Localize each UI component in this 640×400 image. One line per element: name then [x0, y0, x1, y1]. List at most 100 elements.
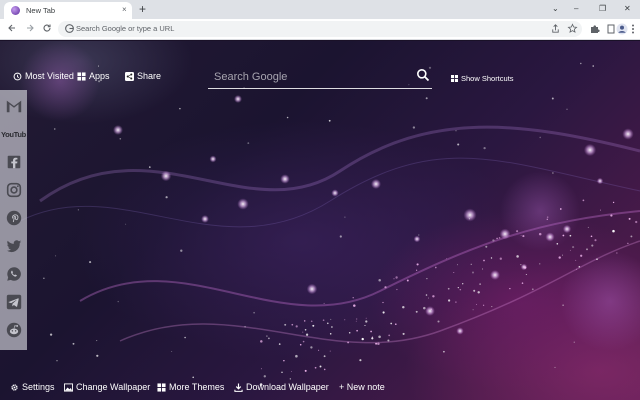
bokeh-light: [622, 128, 634, 140]
sparkle-particle: [516, 255, 519, 258]
change-wallpaper-link[interactable]: Change Wallpaper: [64, 382, 150, 392]
sparkle-particle: [361, 337, 364, 341]
sidebar-item-reddit[interactable]: [0, 316, 27, 344]
tab-close-button[interactable]: ×: [122, 5, 127, 15]
sparkle-particle: [558, 256, 561, 259]
sparkle-particle: [525, 274, 527, 275]
minimize-button[interactable]: –: [574, 3, 578, 15]
sparkle-particle: [253, 311, 255, 314]
sidebar-item-pinterest[interactable]: [0, 204, 27, 232]
tab-new-tab[interactable]: New Tab ×: [4, 2, 132, 19]
restore-button[interactable]: ❐: [599, 3, 606, 15]
omnibox-placeholder: Search Google or type a URL: [76, 24, 175, 33]
sidebar-item-gmail[interactable]: [0, 92, 27, 120]
share-icon[interactable]: [550, 23, 561, 34]
sparkle-particle: [97, 65, 100, 67]
sparkle-particle: [566, 108, 568, 110]
tab-search-chevron-icon[interactable]: ⌄: [552, 3, 559, 15]
sparkle-particle: [331, 326, 333, 328]
sparkle-particle: [244, 325, 246, 328]
menu-kebab-icon[interactable]: [630, 23, 636, 35]
apps-link[interactable]: Apps: [77, 71, 110, 81]
sparkle-particle: [538, 232, 542, 236]
sparkle-particle: [56, 360, 58, 362]
sidebar-item-telegram[interactable]: [0, 288, 27, 316]
download-wallpaper-link[interactable]: Download Wallpaper: [234, 382, 329, 392]
sparkle-particle: [359, 359, 362, 362]
sparkle-particle: [283, 359, 285, 362]
sparkle-particle: [344, 319, 346, 321]
sparkle-particle: [491, 306, 493, 308]
sparkle-particle: [356, 318, 358, 320]
sparkle-particle: [365, 317, 367, 319]
sparkle-particle: [476, 303, 478, 305]
sidebar-item-instagram[interactable]: [0, 176, 27, 204]
new-note-button[interactable]: + New note: [339, 382, 385, 392]
sparkle-particle: [415, 310, 418, 313]
sparkle-particle: [49, 333, 53, 336]
show-shortcuts-button[interactable]: Show Shortcuts: [451, 74, 514, 83]
bokeh-light: [545, 232, 555, 242]
sparkle-particle: [479, 283, 481, 285]
sparkle-particle: [531, 288, 534, 291]
search-icon[interactable]: [416, 68, 430, 82]
most-visited-link[interactable]: Most Visited: [13, 71, 74, 81]
sparkle-particle: [371, 337, 374, 340]
sparkle-particle: [89, 261, 92, 264]
sparkle-particle: [498, 237, 501, 239]
sidebar-item-youtube[interactable]: YouTube: [0, 120, 27, 148]
bokeh-light: [425, 306, 435, 316]
sparkle-particle: [580, 62, 582, 65]
close-window-button[interactable]: ✕: [624, 3, 631, 15]
sparkle-particle: [378, 335, 381, 339]
forward-arrow-icon[interactable]: [25, 23, 35, 33]
bokeh-light: [463, 208, 477, 222]
omnibox[interactable]: Search Google or type a URL: [58, 21, 582, 37]
bokeh-light: [209, 155, 217, 163]
sparkle-particle: [327, 322, 329, 325]
sparkle-particle: [329, 350, 331, 352]
settings-label: Settings: [22, 382, 55, 392]
sparkle-particle: [263, 375, 266, 378]
reddit-icon: [6, 322, 21, 338]
new-tab-button[interactable]: +: [139, 2, 146, 16]
google-g-icon: [65, 24, 74, 33]
bokeh-light: [583, 143, 597, 157]
sparkle-particle: [310, 320, 313, 323]
sparkle-particle: [96, 354, 99, 357]
new-note-label: + New note: [339, 382, 385, 392]
sparkle-particle: [260, 368, 262, 370]
reload-icon[interactable]: [42, 23, 52, 33]
more-themes-link[interactable]: More Themes: [157, 382, 224, 392]
whatsapp-icon: [6, 267, 21, 281]
sparkle-particle: [395, 276, 398, 279]
sparkle-particle: [472, 271, 474, 274]
sparkle-particle: [457, 264, 458, 266]
sparkle-particle: [328, 119, 331, 122]
share-link[interactable]: Share: [125, 71, 161, 81]
sidebar-item-twitter[interactable]: [0, 232, 27, 260]
profile-icon[interactable]: [616, 23, 628, 35]
extensions-puzzle-icon[interactable]: [589, 23, 601, 35]
sparkle-particle: [416, 263, 419, 266]
sparkle-particle: [192, 376, 194, 379]
sparkle-particle: [551, 97, 554, 100]
sparkle-particle: [184, 336, 186, 339]
sparkle-particle: [559, 208, 562, 210]
settings-link[interactable]: Settings: [10, 382, 55, 392]
sparkle-particle: [119, 137, 122, 140]
sparkle-particle: [291, 323, 294, 326]
bokeh-light: [596, 177, 604, 185]
sidebar-item-whatsapp[interactable]: [0, 260, 27, 288]
sparkle-particle: [266, 335, 268, 337]
sidebar-item-facebook[interactable]: [0, 148, 27, 176]
star-icon[interactable]: [567, 23, 578, 34]
google-search-box: [208, 65, 432, 89]
sparkle-particle: [72, 342, 75, 345]
sparkle-particle: [382, 301, 384, 304]
search-input[interactable]: [214, 69, 404, 85]
sparkle-particle: [180, 249, 183, 252]
bokeh-light: [520, 263, 528, 271]
back-arrow-icon[interactable]: [7, 23, 17, 33]
sparkle-particle: [562, 304, 564, 306]
